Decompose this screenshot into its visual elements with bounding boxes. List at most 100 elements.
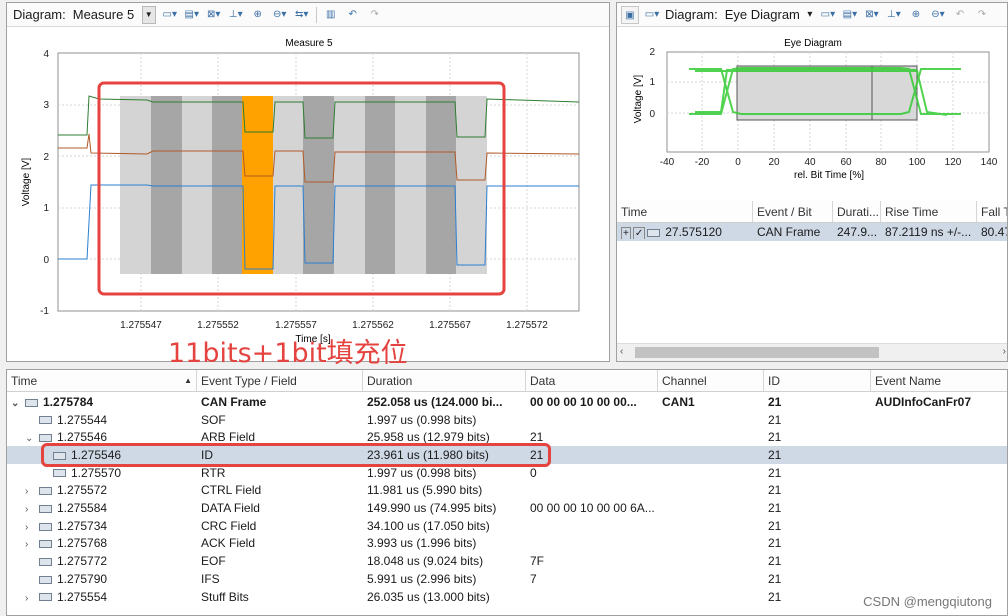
measure-plot[interactable]: Measure 5 4 3 2 1 0 -1 1.275547 1.275552…: [7, 28, 610, 362]
table-row[interactable]: › 1.275734 CRC Field 34.100 us (17.050 bits…: [7, 517, 1007, 535]
expand-icon[interactable]: ›: [25, 593, 39, 604]
diagram-select[interactable]: Eye Diagram: [722, 6, 803, 23]
bit-stripe: [273, 96, 303, 274]
dropdown-arrow-icon[interactable]: ▼: [141, 5, 156, 24]
row-time: 1.275768: [57, 536, 108, 551]
table-row[interactable]: › 1.275584 DATA Field 149.990 us (74.995 bi…: [7, 499, 1007, 517]
table-row[interactable]: 1.275790 IFS 5.991 us (2.996 bits) 7 21: [7, 570, 1007, 588]
chart-icon[interactable]: ▤▾: [181, 6, 203, 24]
col-rise-time[interactable]: Rise Time: [881, 201, 977, 222]
undo-icon[interactable]: ↶: [342, 6, 364, 24]
cell-duration: 3.993 us (1.996 bits): [367, 536, 477, 551]
eye-table-row[interactable]: + ✓ 27.575120 CAN Frame 247.9... 87.2119 n…: [617, 223, 1007, 241]
x-tick: 1.275562: [352, 320, 394, 331]
table-row[interactable]: › 1.275572 CTRL Field 11.981 us (5.990 bits…: [7, 482, 1007, 500]
y-tick: 1: [43, 203, 49, 214]
zoom-in-icon[interactable]: ⊕: [247, 6, 269, 24]
x-tick: 1.275557: [275, 320, 317, 331]
expand-icon[interactable]: +: [621, 226, 631, 239]
col-time[interactable]: Time: [617, 201, 753, 222]
signal-icon[interactable]: ⊠▾: [203, 6, 225, 24]
x-tick: 120: [945, 157, 962, 168]
diagram-select[interactable]: Measure 5: [70, 6, 142, 23]
x-tick: 40: [804, 157, 816, 168]
table-row[interactable]: ⌄ 1.275784 CAN Frame 252.058 us (124.000 bi…: [7, 393, 1007, 411]
signal-icon[interactable]: ⊠▾: [861, 6, 883, 24]
cell-field: IFS: [201, 571, 220, 586]
cell-duration: 34.100 us (17.050 bits): [367, 518, 490, 533]
bit-stripe: [426, 96, 456, 274]
marker-icon[interactable]: ⊥▾: [883, 6, 905, 24]
scroll-left-icon[interactable]: ‹: [620, 346, 623, 357]
frame-icon: [39, 557, 52, 566]
y-tick: 2: [649, 47, 655, 58]
zoom-out-icon[interactable]: ⊖▾: [927, 6, 949, 24]
row-time: 1.275554: [57, 589, 108, 604]
zoom-in-icon[interactable]: ⊕: [905, 6, 927, 24]
y-tick: -1: [40, 306, 49, 317]
expand-icon[interactable]: ›: [25, 504, 39, 515]
cell-field: DATA Field: [201, 501, 260, 516]
x-tick: 140: [981, 157, 998, 168]
axis-icon[interactable]: ▭▾: [159, 6, 181, 24]
scroll-right-icon[interactable]: ›: [1003, 346, 1006, 357]
eye-table-header: Time Event / Bit Durati... Rise Time Fal…: [617, 201, 1007, 223]
col-event-bit[interactable]: Event / Bit: [753, 201, 833, 222]
table-row[interactable]: 1.275544 SOF 1.997 us (0.998 bits) 21: [7, 411, 1007, 429]
expand-icon[interactable]: ›: [25, 539, 39, 550]
x-tick: 1.275567: [429, 320, 471, 331]
check-icon[interactable]: ✓: [632, 226, 646, 239]
expand-icon[interactable]: ›: [25, 486, 39, 497]
col-event-name[interactable]: Event Name: [871, 370, 1007, 391]
collapse-icon[interactable]: ⌄: [11, 398, 25, 409]
cell-duration: 1.997 us (0.998 bits): [367, 412, 477, 427]
zoom-out-icon[interactable]: ⊖▾: [269, 6, 291, 24]
col-channel[interactable]: Channel: [658, 370, 764, 391]
eye-plot[interactable]: Eye Diagram 2 1 0 -40 -20 0 20 40 60 80 …: [617, 28, 1008, 188]
bit-stripe: [365, 96, 395, 274]
undo-icon[interactable]: ↶: [949, 6, 971, 24]
col-duration[interactable]: Durati...: [833, 201, 881, 222]
col-duration[interactable]: Duration: [363, 370, 526, 391]
cell-duration: 11.981 us (5.990 bits): [367, 483, 483, 498]
cell-name: AUDInfoCanFr07: [875, 394, 972, 409]
frame-icon: [53, 469, 66, 478]
expand-icon[interactable]: ›: [25, 522, 39, 533]
bit-stripe: [334, 96, 365, 274]
table-row[interactable]: › 1.275768 ACK Field 3.993 us (1.996 bits) 2…: [7, 535, 1007, 553]
redo-icon[interactable]: ↷: [364, 6, 386, 24]
event-table-body: ⌄ 1.275784 CAN Frame 252.058 us (124.000 bi…: [7, 393, 1007, 615]
event-table-pane: Time ▲ Event Type / Field Duration Data C…: [6, 369, 1008, 616]
eye-x-ticks: -40 -20 0 20 40 60 80 100 120 140: [660, 157, 998, 168]
collapse-icon[interactable]: ⌄: [25, 433, 39, 444]
col-fall-time[interactable]: Fall T: [977, 201, 1007, 222]
col-time[interactable]: Time ▲: [7, 370, 197, 391]
cell-data: 00 00 00 10 00 00...: [530, 394, 637, 409]
redo-icon[interactable]: ↷: [971, 6, 993, 24]
row-time: 1.275784: [43, 394, 94, 409]
col-data[interactable]: Data: [526, 370, 658, 391]
cell-id: 21: [768, 571, 782, 586]
axis-icon[interactable]: ▭▾: [817, 6, 839, 24]
col-id[interactable]: ID: [764, 370, 871, 391]
fit-icon[interactable]: ⇆▾: [291, 6, 313, 24]
chart-icon[interactable]: ▤▾: [839, 6, 861, 24]
col-event-type[interactable]: Event Type / Field: [197, 370, 363, 391]
frame-icon: [39, 522, 52, 531]
layout-icon[interactable]: ▣: [621, 5, 639, 24]
eye-table-scrollbar[interactable]: ‹ ›: [617, 343, 1007, 361]
event-table-header: Time ▲ Event Type / Field Duration Data C…: [7, 370, 1007, 392]
table-row[interactable]: › 1.275554 Stuff Bits 26.035 us (13.000 bit…: [7, 588, 1007, 606]
layout-icon[interactable]: ▥: [320, 6, 342, 24]
window-icon[interactable]: ▭▾: [641, 6, 663, 24]
scroll-thumb[interactable]: [635, 347, 879, 358]
cell-time: 1.275790: [7, 572, 197, 586]
bit-stripes: [120, 96, 487, 274]
marker-icon[interactable]: ⊥▾: [225, 6, 247, 24]
dropdown-arrow-icon[interactable]: ▾: [803, 6, 817, 24]
diagram-label: Diagram:: [665, 7, 718, 22]
cell-data: 7: [530, 571, 537, 586]
cell-time: › 1.275768: [7, 536, 197, 550]
table-row[interactable]: 1.275772 EOF 18.048 us (9.024 bits) 7F 21: [7, 552, 1007, 570]
y-tick: 0: [649, 109, 655, 120]
